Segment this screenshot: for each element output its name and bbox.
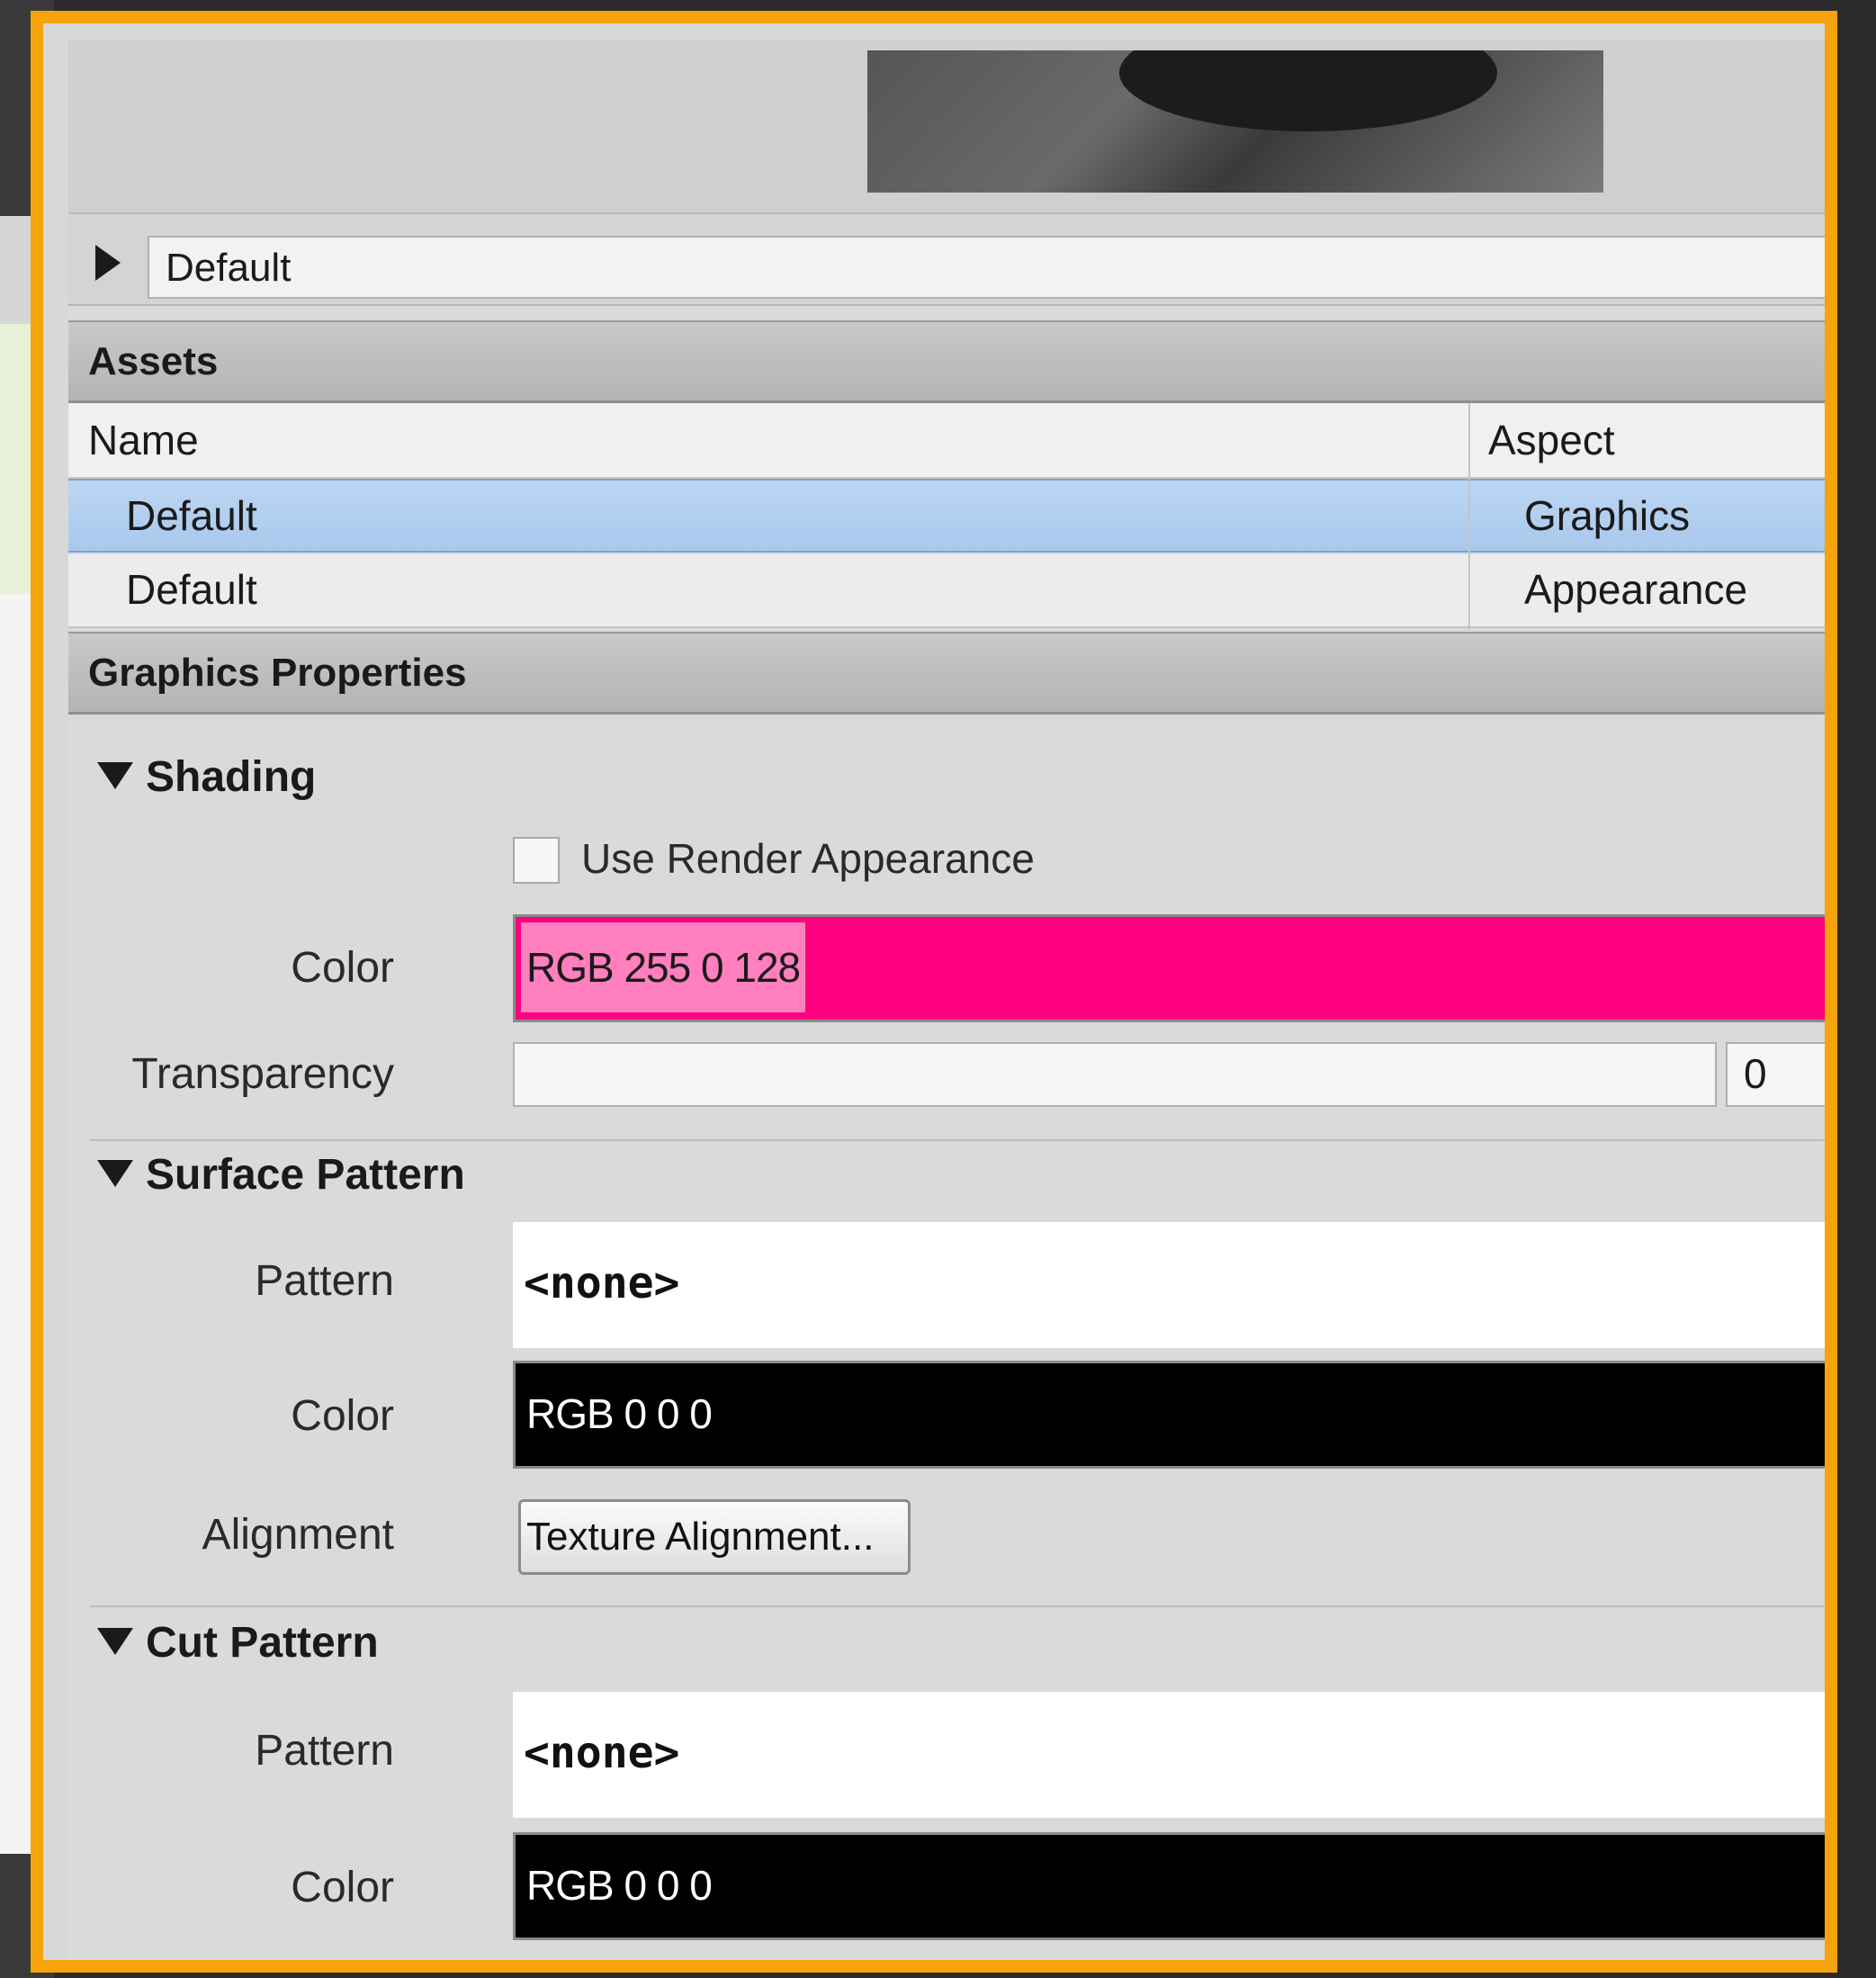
highlight-frame: Default Assets Name Aspect Default Graph…	[31, 11, 1837, 1973]
divider	[90, 1139, 1825, 1141]
material-name-field[interactable]: Default	[148, 236, 1825, 299]
collapse-triangle-icon	[97, 1628, 133, 1656]
expand-arrow-icon[interactable]	[95, 245, 121, 281]
asset-aspect-cell: Graphics	[1524, 492, 1691, 539]
material-preview-area	[68, 40, 1825, 214]
surface-pattern-field[interactable]: <none>	[513, 1222, 1825, 1348]
collapse-triangle-icon	[97, 762, 133, 790]
surface-color-label: Color	[291, 1392, 394, 1440]
graphics-properties-header[interactable]: Graphics Properties	[68, 632, 1825, 715]
asset-name-cell: Default	[126, 566, 257, 613]
transparency-value-input[interactable]: 0	[1726, 1042, 1825, 1107]
shading-group-toggle[interactable]: Shading	[97, 751, 316, 805]
use-render-appearance-checkbox[interactable]	[513, 837, 560, 884]
shading-title: Shading	[146, 753, 317, 801]
table-row-selected[interactable]: Default Graphics	[68, 479, 1825, 553]
cut-pattern-label: Pattern	[255, 1727, 394, 1775]
asset-name-cell: Default	[126, 492, 257, 539]
surface-pattern-label: Pattern	[255, 1257, 394, 1305]
cut-color-value: RGB 0 0 0	[526, 1862, 713, 1909]
cut-pattern-title: Cut Pattern	[146, 1619, 379, 1667]
collapse-triangle-icon	[97, 1160, 133, 1188]
material-name-row: Default	[68, 214, 1825, 306]
column-aspect-header[interactable]: Aspect	[1488, 403, 1615, 477]
cut-color-swatch[interactable]: RGB 0 0 0	[513, 1832, 1825, 1940]
alignment-label: Alignment	[202, 1511, 394, 1559]
assets-header[interactable]: Assets	[68, 320, 1825, 403]
shading-color-label: Color	[291, 944, 394, 992]
transparency-slider[interactable]	[513, 1042, 1717, 1107]
surface-pattern-group-toggle[interactable]: Surface Pattern	[97, 1148, 465, 1202]
material-browser-panel: Default Assets Name Aspect Default Graph…	[68, 40, 1825, 1960]
table-row[interactable]: Default Appearance	[68, 554, 1825, 628]
asset-aspect-cell: Appearance	[1524, 566, 1748, 613]
transparency-label: Transparency	[131, 1050, 394, 1098]
divider	[90, 1605, 1825, 1607]
surface-color-value: RGB 0 0 0	[526, 1390, 713, 1437]
surface-pattern-title: Surface Pattern	[146, 1151, 465, 1199]
material-preview-image	[867, 50, 1603, 193]
shading-color-swatch[interactable]: RGB 255 0 128	[513, 914, 1825, 1022]
column-name-header[interactable]: Name	[88, 403, 199, 477]
shading-color-value: RGB 255 0 128	[521, 922, 806, 1012]
cut-pattern-field[interactable]: <none>	[513, 1692, 1825, 1818]
surface-color-swatch[interactable]: RGB 0 0 0	[513, 1361, 1825, 1469]
cut-color-label: Color	[291, 1864, 394, 1911]
cut-pattern-group-toggle[interactable]: Cut Pattern	[97, 1616, 379, 1670]
use-render-appearance-label: Use Render Appearance	[581, 835, 1035, 882]
assets-table-header: Name Aspect	[68, 403, 1825, 479]
texture-alignment-button[interactable]: Texture Alignment...	[518, 1499, 911, 1575]
column-separator[interactable]	[1468, 403, 1470, 630]
